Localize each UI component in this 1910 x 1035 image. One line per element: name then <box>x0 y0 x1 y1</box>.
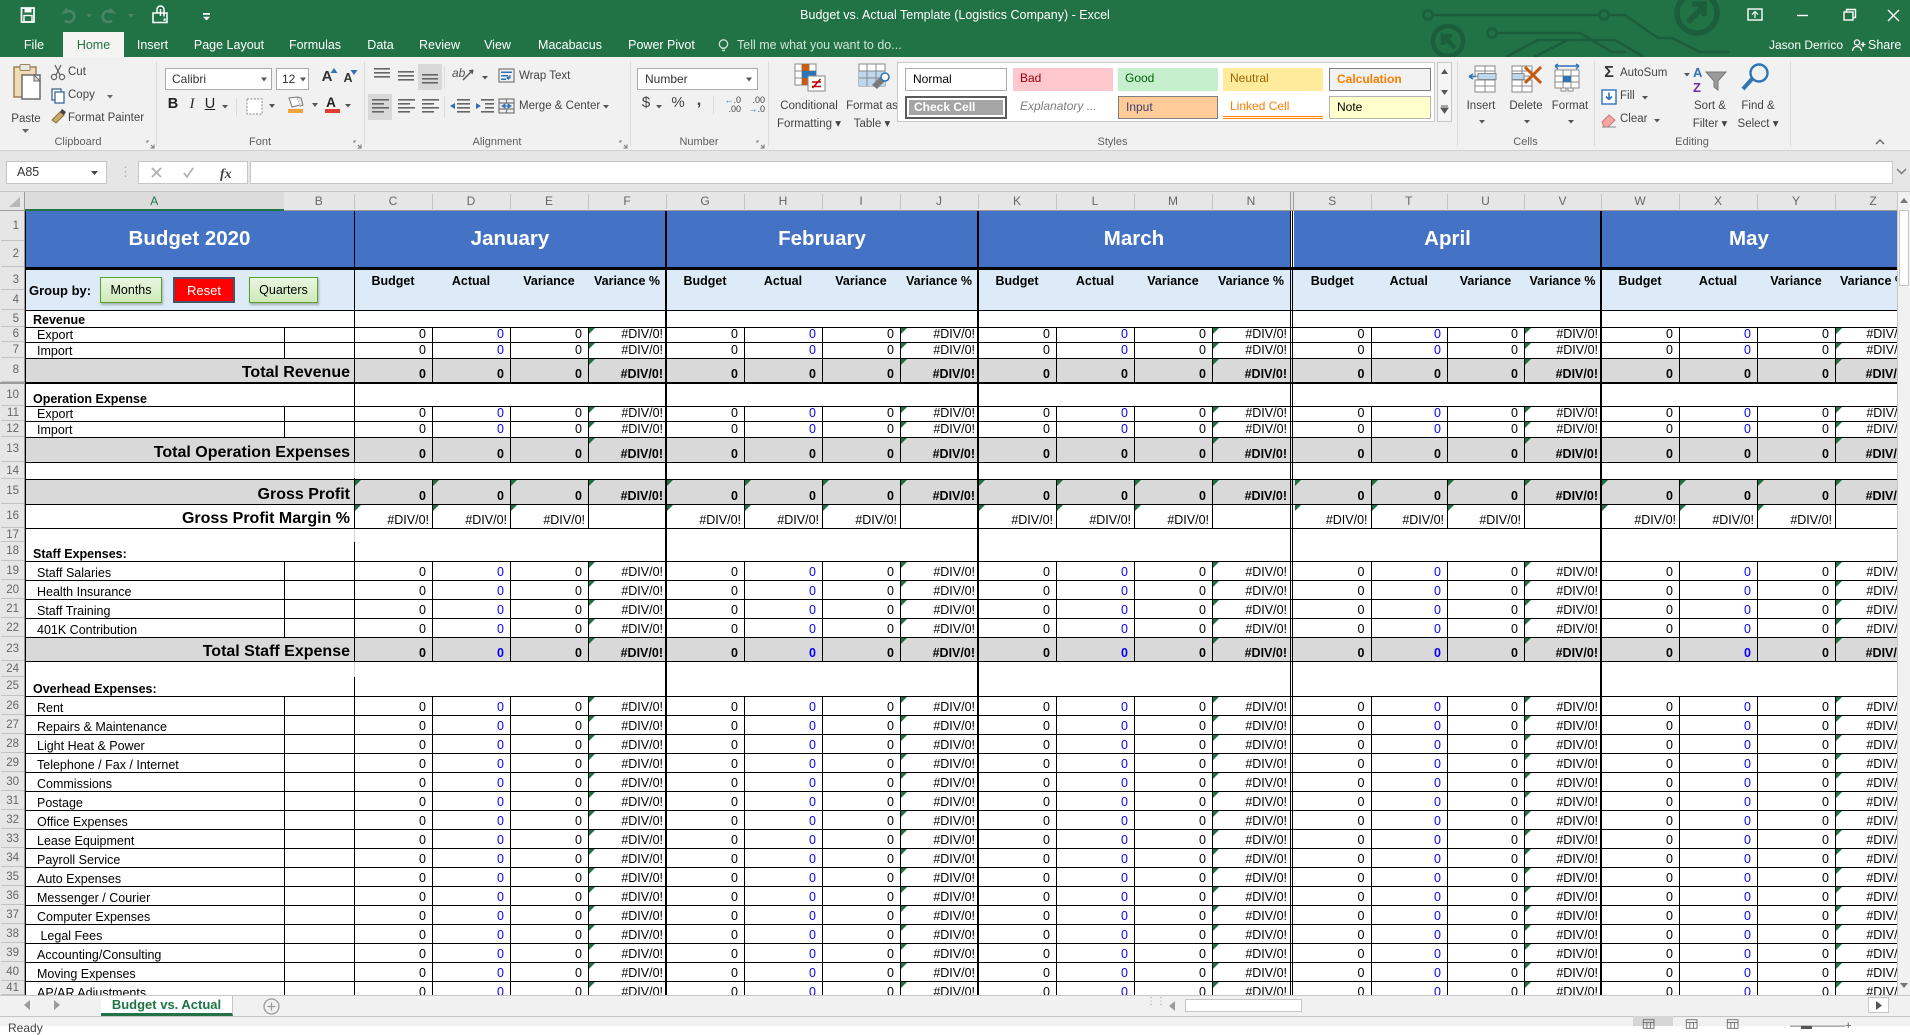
svg-text:Z: Z <box>1693 80 1701 94</box>
svg-text:A: A <box>1693 65 1703 80</box>
svg-text:fx: fx <box>220 167 232 181</box>
